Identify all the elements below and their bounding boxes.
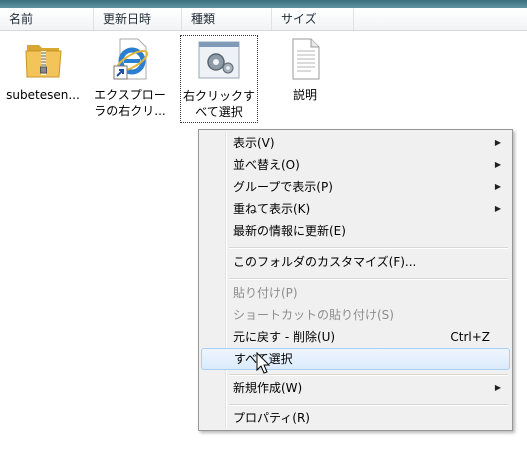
menu-item-refresh[interactable]: 最新の情報に更新(E) [201,220,510,242]
column-header-bar: 名前 更新日時 種類 サイズ [0,8,527,31]
submenu-arrow-icon: ▶ [494,138,501,147]
menu-item-undo-delete[interactable]: 元に戻す - 削除(U) Ctrl+Z [201,326,510,348]
zip-folder-icon [25,45,62,78]
file-label: 右クリックす べて選択 [183,89,256,119]
submenu-arrow-icon: ▶ [494,204,501,213]
menu-item-properties[interactable]: プロパティ(R) [201,407,510,429]
column-type[interactable]: 種類 [182,8,272,30]
menu-item-new[interactable]: 新規作成(W) ▶ [201,377,510,399]
menu-item-group[interactable]: グループで表示(P) ▶ [201,176,510,198]
menu-separator [229,247,508,249]
menu-item-customize[interactable]: このフォルダのカスタマイズ(F)... [201,251,510,273]
submenu-arrow-icon: ▶ [494,160,501,169]
menu-item-paste-shortcut[interactable]: ショートカットの貼り付け(S) [201,304,510,326]
file-item-zip[interactable]: subetesen... [3,35,83,121]
menu-item-sort[interactable]: 並べ替え(O) ▶ [201,154,510,176]
submenu-arrow-icon: ▶ [494,383,501,392]
column-size[interactable]: サイズ [272,8,354,30]
file-item-selected[interactable]: 右クリックす べて選択 [180,35,258,123]
menu-item-select-all[interactable]: すべて選択 [201,348,510,370]
menu-item-stack[interactable]: 重ねて表示(K) ▶ [201,198,510,220]
menu-separator [229,278,508,280]
text-document-icon [292,38,320,80]
column-modified-date[interactable]: 更新日時 [94,8,182,30]
file-label: 説明 [292,88,317,102]
context-menu: 表示(V) ▶ 並べ替え(O) ▶ グループで表示(P) ▶ 重ねて表示(K) … [198,129,513,431]
menu-item-view[interactable]: 表示(V) ▶ [201,132,510,154]
file-item-text[interactable]: 説明 [265,35,345,121]
menu-item-paste[interactable]: 貼り付け(P) [201,282,510,304]
file-item-ie-shortcut[interactable]: エクスプロー ラの右クリ... [90,35,170,121]
menu-separator [229,404,508,406]
internet-explorer-shortcut-icon [113,38,149,80]
mouse-pointer-icon [256,352,271,374]
shortcut-label: Ctrl+Z [450,330,490,344]
file-label: エクスプロー ラの右クリ... [94,88,166,118]
column-name[interactable]: 名前 [0,8,94,30]
submenu-arrow-icon: ▶ [494,182,501,191]
window-title-bar [0,0,527,8]
file-label: subetesen... [6,88,80,102]
settings-file-icon [198,41,240,79]
